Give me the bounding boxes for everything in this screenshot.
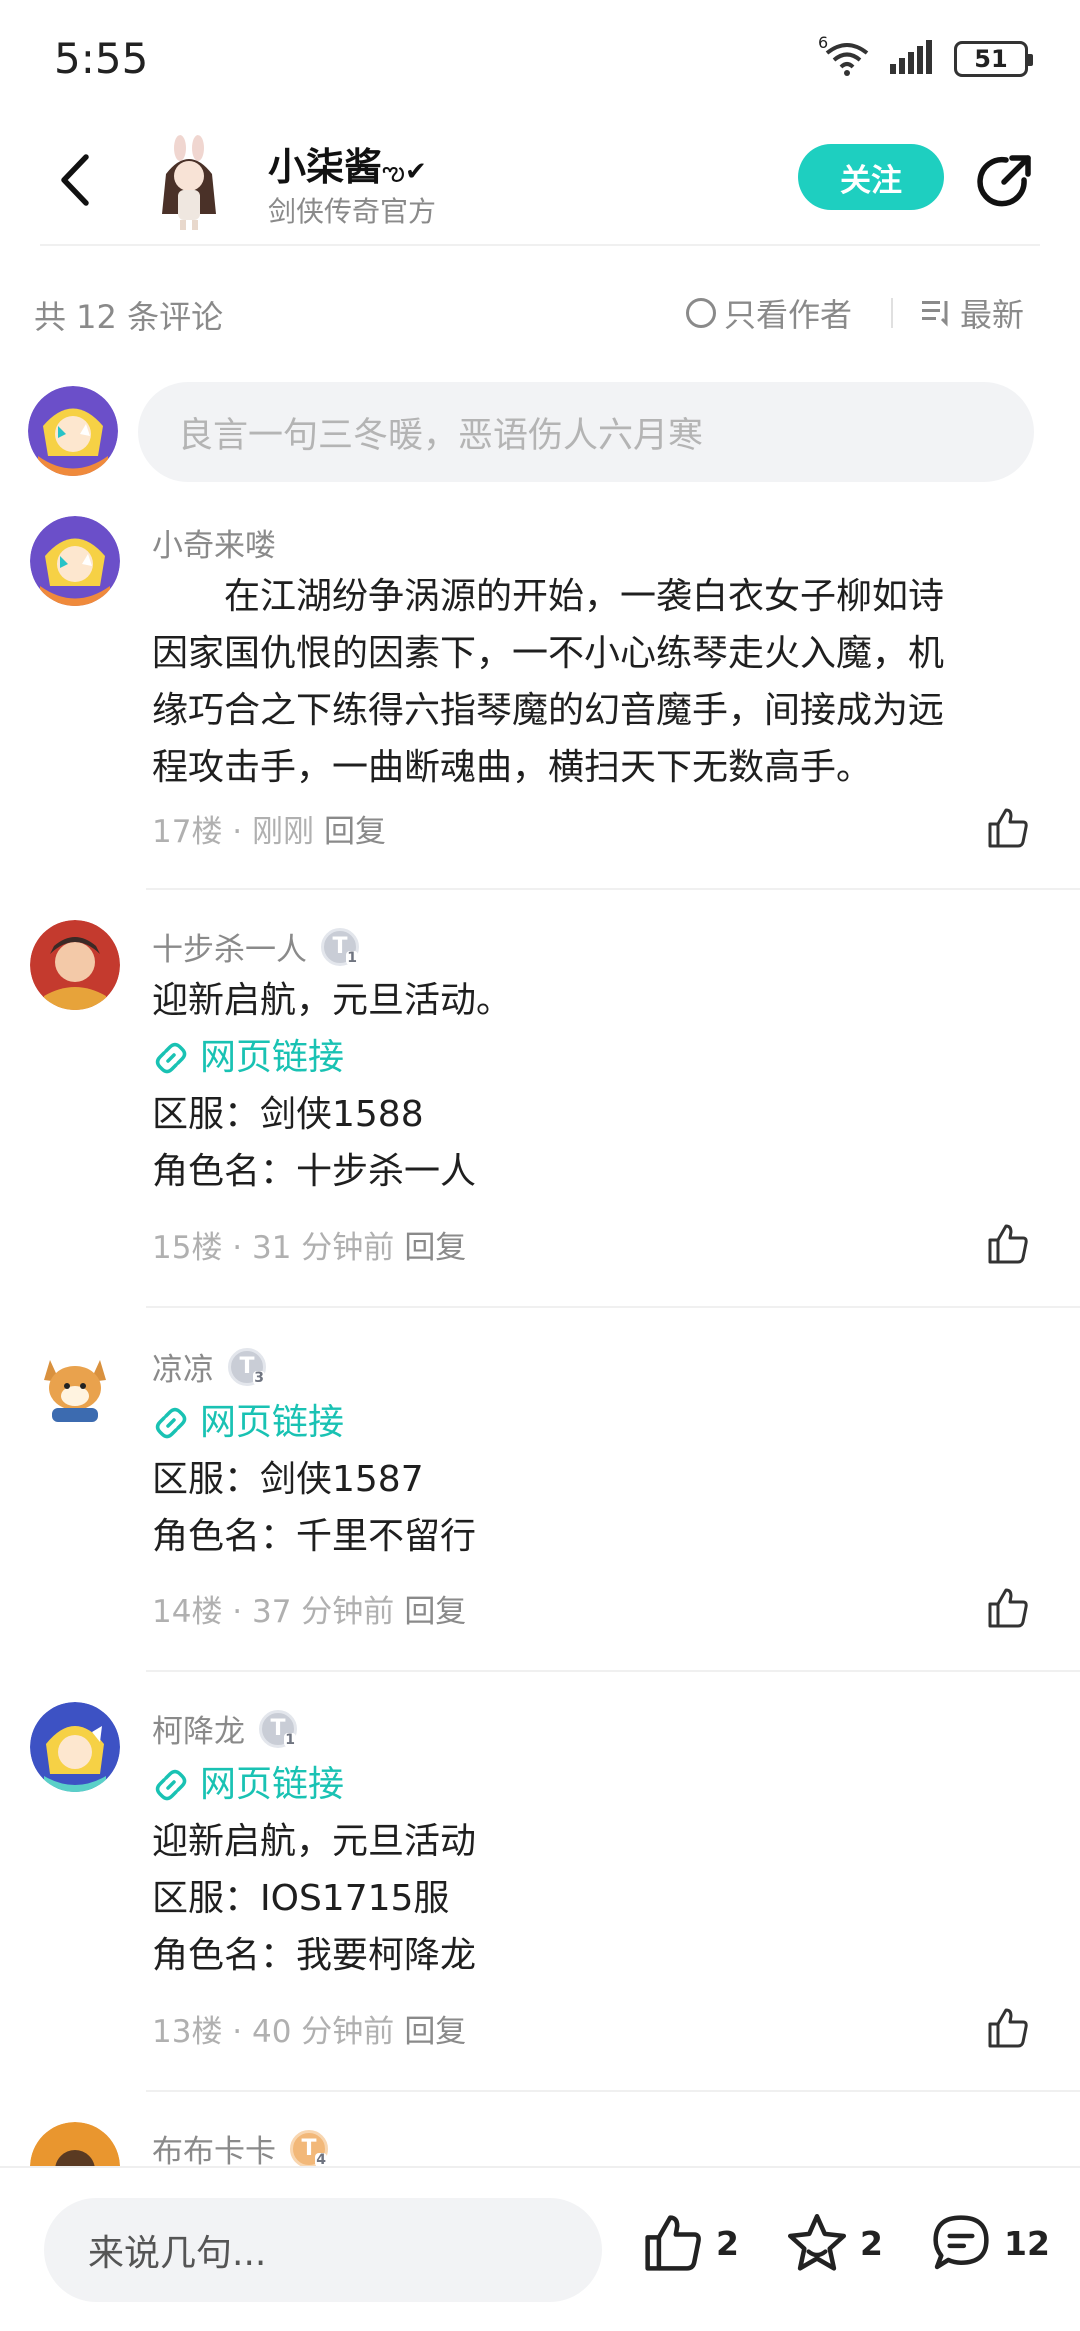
comment-header: 凉凉 T3 <box>152 1344 266 1389</box>
link-icon <box>155 1042 187 1073</box>
comment-header: 布布卡卡 T4 <box>152 2126 328 2166</box>
only-author-toggle[interactable]: 只看作者 <box>686 290 852 336</box>
avatar-image <box>28 386 118 476</box>
comment-author[interactable]: 柯降龙 <box>152 1706 245 1751</box>
avatar-image <box>30 920 120 1010</box>
comment-author[interactable]: 布布卡卡 <box>152 2126 276 2166</box>
like-button[interactable] <box>986 2006 1030 2050</box>
comment-bubble-icon <box>933 2215 989 2270</box>
link-icon <box>155 1769 187 1800</box>
back-button[interactable] <box>50 148 100 212</box>
comment-header: 柯降龙 T1 <box>152 1706 297 1751</box>
thumbs-up-icon <box>988 1224 1028 1264</box>
share-button[interactable] <box>972 150 1036 214</box>
comment-item: 柯降龙 T1 网页链接 迎新启航，元旦活动 区服：IOS1715服 角色名：我要… <box>0 1702 1080 2102</box>
comment-text: 网页链接 区服：剑侠1587 角色名：千里不留行 <box>152 1394 1032 1565</box>
comment-item: 小奇来喽 在江湖纷争涡源的开始，一袭白衣女子柳如诗 因家国仇恨的因素下，一不小心… <box>0 516 1080 896</box>
favorite-action[interactable]: 2 <box>786 2212 883 2274</box>
reply-button[interactable]: 回复 <box>324 814 386 850</box>
level-badge: T3 <box>228 1347 266 1386</box>
share-icon <box>977 155 1031 207</box>
author-subtitle: 剑侠传奇官方 <box>268 195 437 228</box>
divider <box>146 1306 1080 1308</box>
header-divider <box>40 244 1040 246</box>
author-avatar[interactable] <box>144 134 234 232</box>
comment-header: 小奇来喽 <box>152 520 276 565</box>
avatar-image <box>30 2122 120 2166</box>
status-bar: 5:55 6 51 <box>0 0 1080 120</box>
web-link[interactable]: 网页链接 <box>152 1029 1032 1086</box>
follow-button[interactable]: 关注 <box>798 144 944 210</box>
like-button[interactable] <box>986 1586 1030 1630</box>
signal-icon <box>890 40 934 78</box>
favorite-count: 2 <box>860 2223 883 2263</box>
comment-input[interactable]: 良言一句三冬暖，恶语伤人六月寒 <box>138 382 1034 482</box>
thumbs-up-icon <box>988 1588 1028 1628</box>
divider <box>146 1670 1080 1672</box>
chevron-left-icon <box>61 154 89 206</box>
level-badge: T1 <box>259 1709 297 1748</box>
comment-meta: 13楼 · 40 分钟前 回复 <box>152 2014 467 2050</box>
like-action[interactable]: 2 <box>642 2212 739 2274</box>
comment-count-bottom: 12 <box>1004 2223 1050 2263</box>
author-name[interactable]: 小柒酱ఌ✔ <box>268 136 427 193</box>
avatar-image <box>30 516 120 606</box>
like-button[interactable] <box>986 1222 1030 1266</box>
radio-circle-icon <box>686 298 716 328</box>
reply-button[interactable]: 回复 <box>404 2014 466 2050</box>
comment-meta: 17楼 · 刚刚 回复 <box>152 814 387 850</box>
comment-author[interactable]: 十步杀一人 <box>152 924 307 969</box>
web-link[interactable]: 网页链接 <box>152 1394 1032 1451</box>
network-type: 6 <box>818 33 829 52</box>
avatar[interactable] <box>30 1702 120 1792</box>
avatar[interactable] <box>30 1340 120 1430</box>
divider <box>146 888 1080 890</box>
web-link[interactable]: 网页链接 <box>152 1756 1032 1813</box>
thumbs-up-icon <box>645 2215 701 2271</box>
comment-count: 共 12 条评论 <box>34 298 224 336</box>
filter-separator <box>891 298 893 328</box>
comment-text: 网页链接 迎新启航，元旦活动 区服：IOS1715服 角色名：我要柯降龙 <box>152 1756 1032 1984</box>
comment-text: 迎新启航，元旦活动。 网页链接 区服：剑侠1588 角色名：十步杀一人 <box>152 972 1032 1200</box>
like-button[interactable] <box>986 806 1030 850</box>
my-avatar <box>28 386 118 476</box>
avatar-image <box>30 1340 120 1430</box>
bottom-comment-input[interactable]: 来说几句... <box>44 2198 602 2302</box>
avatar-image <box>144 134 234 232</box>
filter-bar: 共 12 条评论 只看作者 最新 <box>0 276 1080 346</box>
comment-text: 在江湖纷争涡源的开始，一袭白衣女子柳如诗 因家国仇恨的因素下，一不小心练琴走火入… <box>152 576 945 788</box>
sort-icon <box>922 301 948 327</box>
reply-button[interactable]: 回复 <box>404 1230 466 1266</box>
link-icon <box>155 1407 187 1438</box>
decor-icon: ఌ✔ <box>382 157 427 187</box>
like-count: 2 <box>716 2223 739 2263</box>
thumbs-up-icon <box>988 2008 1028 2048</box>
comment-author[interactable]: 凉凉 <box>152 1344 214 1389</box>
avatar-image <box>30 1702 120 1792</box>
comment-meta: 15楼 · 31 分钟前 回复 <box>152 1230 467 1266</box>
comment-author[interactable]: 小奇来喽 <box>152 520 276 565</box>
comment-item: 布布卡卡 T4 <box>0 2122 1080 2166</box>
comment-item: 十步杀一人 T1 迎新启航，元旦活动。 网页链接 区服：剑侠1588 角色名：十… <box>0 920 1080 1310</box>
level-badge: T1 <box>321 927 359 966</box>
battery-icon: 51 <box>954 41 1033 77</box>
level-badge: T4 <box>290 2129 328 2166</box>
comment-item: 凉凉 T3 网页链接 区服：剑侠1587 角色名：千里不留行 14楼 · 37 … <box>0 1340 1080 1680</box>
divider <box>146 2090 1080 2092</box>
status-icons: 6 51 <box>818 33 1033 78</box>
reply-button[interactable]: 回复 <box>404 1594 466 1630</box>
avatar[interactable] <box>30 516 120 606</box>
comment-header: 十步杀一人 T1 <box>152 924 359 969</box>
comment-meta: 14楼 · 37 分钟前 回复 <box>152 1594 467 1630</box>
avatar[interactable] <box>30 2122 120 2166</box>
wifi-icon: 6 <box>818 33 870 77</box>
bottom-bar: 来说几句... 2 2 12 <box>0 2166 1080 2331</box>
header: 小柒酱ఌ✔ 剑侠传奇官方 关注 <box>0 120 1080 246</box>
star-icon <box>787 2213 847 2271</box>
avatar[interactable] <box>30 920 120 1010</box>
thumbs-up-icon <box>988 808 1028 848</box>
sort-latest-button[interactable]: 最新 <box>922 290 1024 336</box>
status-time: 5:55 <box>54 34 149 83</box>
comment-action[interactable]: 12 <box>930 2212 1050 2274</box>
